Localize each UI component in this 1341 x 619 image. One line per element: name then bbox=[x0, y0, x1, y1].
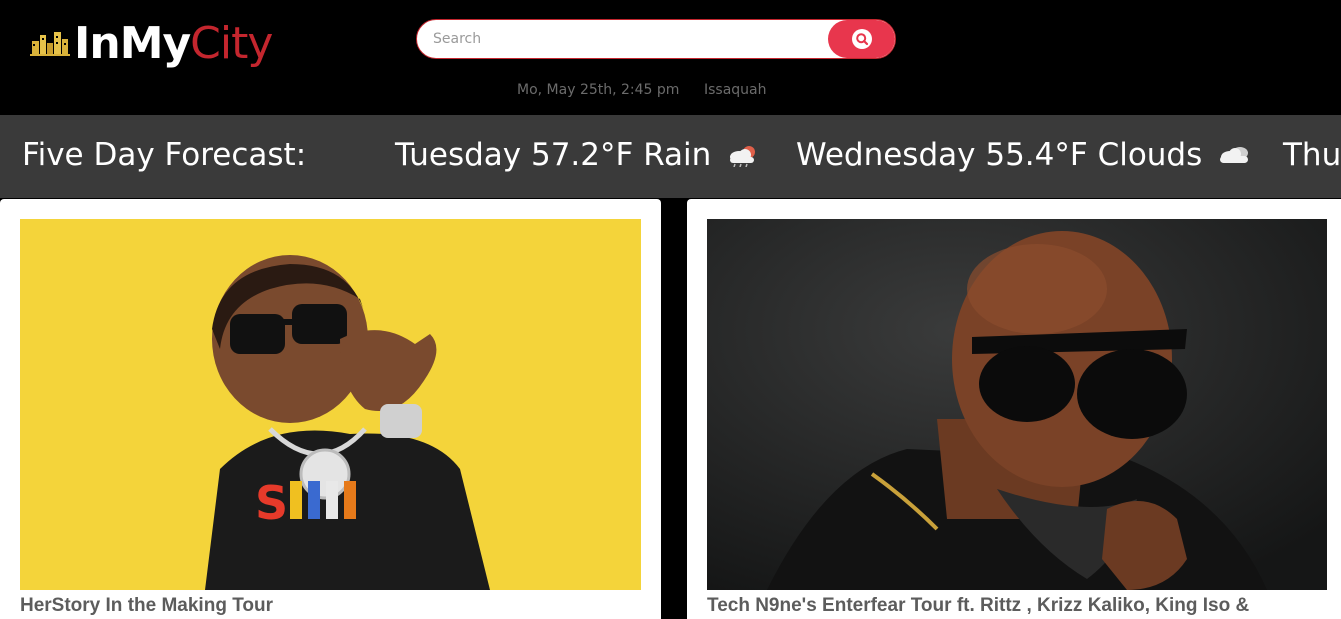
search-bar bbox=[416, 19, 896, 59]
cloud-icon bbox=[1220, 147, 1249, 163]
forecast-day-item: Tuesday 57.2°F Rain bbox=[395, 137, 761, 173]
rain-cloud-icon bbox=[730, 146, 756, 167]
forecast-condition: Rain bbox=[643, 137, 712, 173]
forecast-day: Wednesday bbox=[796, 137, 976, 173]
search-input[interactable] bbox=[417, 20, 829, 58]
current-location[interactable]: Issaquah bbox=[704, 82, 767, 98]
event-title[interactable]: HerStory In the Making Tour bbox=[20, 595, 273, 617]
event-title[interactable]: Tech N9ne's Enterfear Tour ft. Rittz , K… bbox=[707, 595, 1249, 617]
forecast-temp: 57.2°F bbox=[530, 137, 634, 173]
performer-photo: S bbox=[20, 219, 641, 590]
forecast-day: Tuesday bbox=[395, 137, 522, 173]
event-image[interactable]: S bbox=[20, 219, 641, 590]
search-icon bbox=[851, 29, 872, 49]
site-header: InMyCity Mo, May 25th, 2:45 pm Issaquah bbox=[0, 0, 1341, 115]
forecast-day-item: Wednesday 55.4°F Clouds bbox=[796, 137, 1252, 173]
svg-text:S: S bbox=[255, 476, 288, 530]
current-datetime: Mo, May 25th, 2:45 pm bbox=[517, 82, 680, 98]
forecast-condition: Clouds bbox=[1097, 137, 1203, 173]
city-skyline-icon bbox=[30, 32, 70, 56]
forecast-day-item: Thu bbox=[1283, 137, 1341, 173]
performer-photo bbox=[707, 219, 1327, 590]
event-image[interactable] bbox=[707, 219, 1327, 590]
event-card[interactable]: S HerStory In the Making Tour bbox=[0, 199, 661, 619]
event-card[interactable]: Tech N9ne's Enterfear Tour ft. Rittz , K… bbox=[687, 199, 1341, 619]
forecast-day: Thu bbox=[1283, 137, 1341, 173]
five-day-forecast-bar: Five Day Forecast: Tuesday 57.2°F Rain W… bbox=[0, 115, 1341, 198]
forecast-title: Five Day Forecast: bbox=[22, 137, 307, 173]
site-logo[interactable]: InMy City bbox=[30, 14, 273, 72]
search-button[interactable] bbox=[828, 20, 895, 58]
forecast-temp: 55.4°F bbox=[985, 137, 1088, 173]
logo-text-city: City bbox=[190, 17, 273, 69]
logo-text-inmy: InMy bbox=[74, 17, 191, 69]
